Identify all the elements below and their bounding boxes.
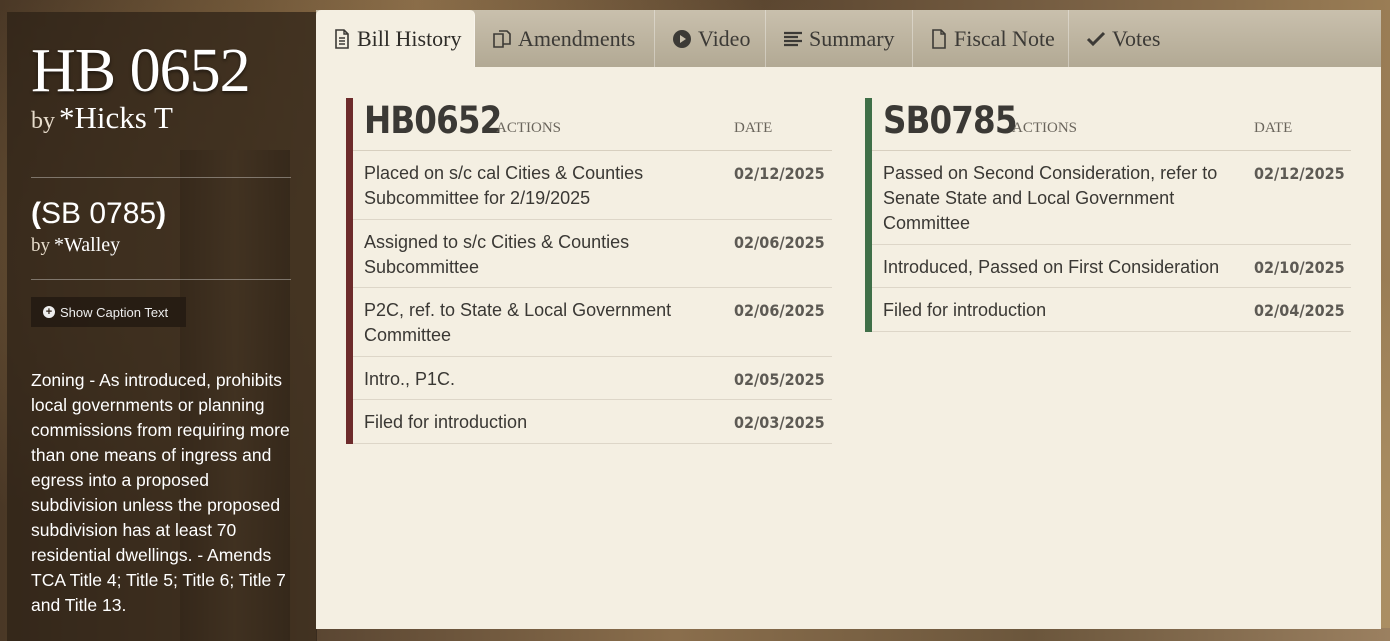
action-text: Filed for introduction xyxy=(364,412,528,432)
house-bill-panel: HB0652 ACTIONS DATE Placed on s/c cal Ci… xyxy=(346,98,832,444)
tab-label: Video xyxy=(698,25,751,51)
action-row: Introduced, Passed on First Consideratio… xyxy=(872,245,1351,288)
copy-icon xyxy=(491,28,513,50)
tab-summary[interactable]: Summary xyxy=(766,10,913,67)
actions-column-header: ACTIONS xyxy=(1012,120,1078,136)
date-column-header: DATE xyxy=(1254,120,1293,136)
companion-bill-number: SB 0785 xyxy=(41,197,157,230)
sponsor-prefix: by xyxy=(31,108,55,134)
tab-bill-history[interactable]: Bill History xyxy=(316,10,475,67)
companion-sponsor-line: by *Walley xyxy=(31,234,120,257)
companion-close-paren: ) xyxy=(156,197,167,230)
lines-icon xyxy=(782,28,804,50)
bill-number: HB 0652 xyxy=(31,37,251,105)
action-date: 02/04/2025 xyxy=(1254,301,1345,320)
action-row: Assigned to s/c Cities & Counties Subcom… xyxy=(353,220,832,288)
action-text: Passed on Second Consideration, refer to… xyxy=(883,163,1218,233)
panel-bill-number: HB0652 xyxy=(364,99,502,142)
actions-column-header: ACTIONS xyxy=(496,120,562,136)
action-date: 02/03/2025 xyxy=(734,413,825,432)
action-row: Filed for introduction 02/03/2025 xyxy=(353,400,832,444)
panel-header: HB0652 ACTIONS DATE xyxy=(353,98,832,151)
companion-open-paren: ( xyxy=(31,197,41,230)
check-icon xyxy=(1085,28,1107,50)
action-date: 02/05/2025 xyxy=(734,370,825,389)
tab-label: Amendments xyxy=(518,25,636,51)
panel-header: SB0785 ACTIONS DATE xyxy=(872,98,1351,151)
document-icon xyxy=(332,28,352,50)
sidebar-divider xyxy=(31,279,291,280)
blank-document-icon xyxy=(929,28,949,50)
action-date: 02/06/2025 xyxy=(734,301,825,320)
tab-bar: Bill History Amendments Video Summary Fi… xyxy=(316,10,1381,67)
action-row: Passed on Second Consideration, refer to… xyxy=(872,151,1351,245)
bill-content: Bill History Amendments Video Summary Fi… xyxy=(316,10,1381,629)
bill-sidebar: HB 0652 by *Hicks T (SB 0785) by *Walley… xyxy=(7,12,317,641)
show-caption-label: Show Caption Text xyxy=(60,304,169,320)
tab-video[interactable]: Video xyxy=(655,10,766,67)
companion-sponsor-name: *Walley xyxy=(54,234,121,256)
action-row: P2C, ref. to State & Local Government Co… xyxy=(353,288,832,357)
action-text: P2C, ref. to State & Local Government Co… xyxy=(364,300,672,345)
panel-bill-number: SB0785 xyxy=(883,99,1017,142)
tab-label: Votes xyxy=(1112,25,1161,51)
sponsor-line: by *Hicks T xyxy=(31,100,173,136)
action-date: 02/12/2025 xyxy=(1254,164,1345,183)
action-row: Intro., P1C. 02/05/2025 xyxy=(353,357,832,400)
tab-label: Fiscal Note xyxy=(954,25,1055,51)
date-column-header: DATE xyxy=(734,120,773,136)
plus-circle-icon: + xyxy=(43,306,55,318)
companion-sponsor-prefix: by xyxy=(31,235,50,256)
play-icon xyxy=(671,28,693,50)
action-text: Assigned to s/c Cities & Counties Subcom… xyxy=(364,232,630,277)
tab-label: Summary xyxy=(809,25,895,51)
tab-label: Bill History xyxy=(357,25,462,51)
sidebar-divider xyxy=(31,177,291,178)
action-row: Filed for introduction 02/04/2025 xyxy=(872,288,1351,332)
bill-summary: Zoning - As introduced, prohibits local … xyxy=(31,370,290,615)
action-date: 02/06/2025 xyxy=(734,233,825,252)
action-row: Placed on s/c cal Cities & Counties Subc… xyxy=(353,151,832,220)
companion-bill: (SB 0785) xyxy=(31,197,166,231)
tab-votes[interactable]: Votes xyxy=(1069,10,1179,67)
action-text: Placed on s/c cal Cities & Counties Subc… xyxy=(364,163,644,208)
senate-bill-panel: SB0785 ACTIONS DATE Passed on Second Con… xyxy=(865,98,1351,332)
action-date: 02/12/2025 xyxy=(734,164,825,183)
action-date: 02/10/2025 xyxy=(1254,258,1345,277)
show-caption-button[interactable]: + Show Caption Text xyxy=(31,297,186,327)
sponsor-name: *Hicks T xyxy=(59,100,173,135)
tab-amendments[interactable]: Amendments xyxy=(475,10,655,67)
action-text: Filed for introduction xyxy=(883,300,1047,320)
tab-fiscal-note[interactable]: Fiscal Note xyxy=(913,10,1069,67)
background-floor xyxy=(316,628,1390,641)
action-text: Introduced, Passed on First Consideratio… xyxy=(883,257,1220,277)
action-text: Intro., P1C. xyxy=(364,369,456,389)
